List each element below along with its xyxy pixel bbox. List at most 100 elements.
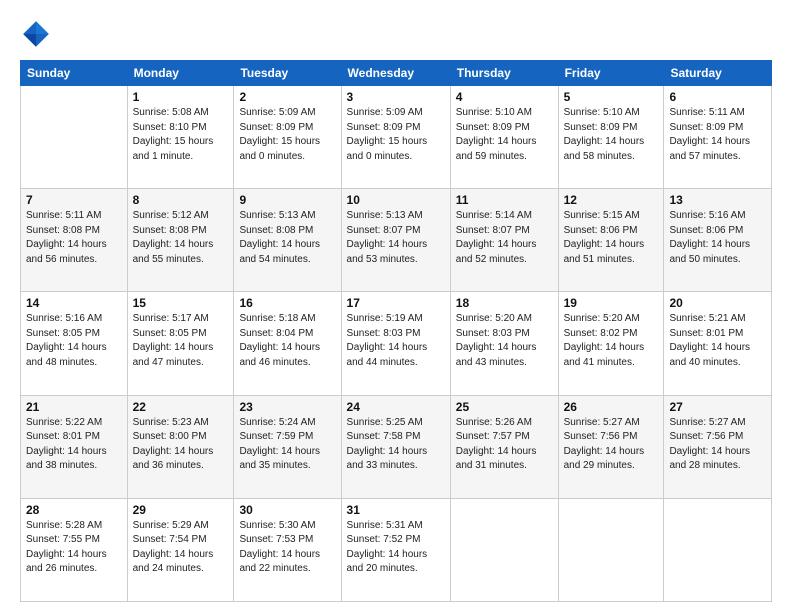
day-info: Sunrise: 5:25 AM Sunset: 7:58 PM Dayligh…: [347, 416, 445, 474]
week-row-3: 14 Sunrise: 5:16 AM Sunset: 8:05 PM Dayli…: [21, 292, 772, 395]
day-info: Sunrise: 5:13 AM Sunset: 8:08 PM Dayligh…: [239, 209, 335, 267]
calendar-cell: 11Sunrise: 5:14 AM Sunset: 8:07 PM Dayli…: [450, 189, 558, 292]
day-info: Sunrise: 5:29 AM Sunset: 7:54 PM Dayligh…: [133, 519, 229, 577]
day-info: Sunrise: 5:10 AM Sunset: 8:09 PM Dayligh…: [456, 106, 553, 164]
day-info: Sunrise: 5:31 AM Sunset: 7:52 PM Dayligh…: [347, 519, 445, 577]
day-number: 10: [347, 193, 445, 207]
day-number: 4: [456, 90, 553, 104]
day-number: 9: [239, 193, 335, 207]
day-info: Sunrise: 5:11 AM Sunset: 8:09 PM Dayligh…: [669, 106, 766, 164]
day-number: 3: [347, 90, 445, 104]
weekday-header-saturday: Saturday: [664, 61, 772, 86]
day-info: Sunrise: 5:11 AM Sunset: 8:08 PM Dayligh…: [26, 209, 122, 267]
weekday-header-row: SundayMondayTuesdayWednesdayThursdayFrid…: [21, 61, 772, 86]
day-info: Sunrise: 5:20 AM Sunset: 8:03 PM Dayligh…: [456, 312, 553, 370]
day-number: 11: [456, 193, 553, 207]
day-info: Sunrise: 5:22 AM Sunset: 8:01 PM Dayligh…: [26, 416, 122, 474]
weekday-header-wednesday: Wednesday: [341, 61, 450, 86]
day-number: 20: [669, 296, 766, 310]
day-info: Sunrise: 5:12 AM Sunset: 8:08 PM Dayligh…: [133, 209, 229, 267]
calendar-cell: 17 Sunrise: 5:19 AM Sunset: 8:03 PM Dayli…: [341, 292, 450, 395]
day-number: 14: [26, 296, 122, 310]
day-number: 26: [564, 400, 659, 414]
weekday-header-friday: Friday: [558, 61, 664, 86]
calendar-cell: [450, 498, 558, 601]
calendar-table: SundayMondayTuesdayWednesdayThursdayFrid…: [20, 60, 772, 602]
calendar-cell: 12Sunrise: 5:15 AM Sunset: 8:06 PM Dayli…: [558, 189, 664, 292]
day-number: 22: [133, 400, 229, 414]
day-info: Sunrise: 5:16 AM Sunset: 8:06 PM Dayligh…: [669, 209, 766, 267]
day-number: 24: [347, 400, 445, 414]
day-number: 16: [239, 296, 335, 310]
day-info: Sunrise: 5:09 AM Sunset: 8:09 PM Dayligh…: [347, 106, 445, 164]
week-row-2: 7 Sunrise: 5:11 AM Sunset: 8:08 PM Daylig…: [21, 189, 772, 292]
day-number: 15: [133, 296, 229, 310]
day-number: 5: [564, 90, 659, 104]
day-number: 8: [133, 193, 229, 207]
calendar-cell: 5 Sunrise: 5:10 AM Sunset: 8:09 PM Daylig…: [558, 86, 664, 189]
day-number: 27: [669, 400, 766, 414]
calendar-cell: 27 Sunrise: 5:27 AM Sunset: 7:56 PM Dayli…: [664, 395, 772, 498]
calendar-cell: 31 Sunrise: 5:31 AM Sunset: 7:52 PM Dayli…: [341, 498, 450, 601]
day-info: Sunrise: 5:10 AM Sunset: 8:09 PM Dayligh…: [564, 106, 659, 164]
day-number: 23: [239, 400, 335, 414]
calendar-cell: 7 Sunrise: 5:11 AM Sunset: 8:08 PM Daylig…: [21, 189, 128, 292]
calendar-cell: [664, 498, 772, 601]
weekday-header-thursday: Thursday: [450, 61, 558, 86]
day-number: 1: [133, 90, 229, 104]
calendar-cell: 3 Sunrise: 5:09 AM Sunset: 8:09 PM Daylig…: [341, 86, 450, 189]
day-info: Sunrise: 5:16 AM Sunset: 8:05 PM Dayligh…: [26, 312, 122, 370]
weekday-header-sunday: Sunday: [21, 61, 128, 86]
day-info: Sunrise: 5:19 AM Sunset: 8:03 PM Dayligh…: [347, 312, 445, 370]
day-number: 21: [26, 400, 122, 414]
calendar-cell: [558, 498, 664, 601]
day-info: Sunrise: 5:27 AM Sunset: 7:56 PM Dayligh…: [669, 416, 766, 474]
header: [20, 18, 772, 50]
week-row-1: 1 Sunrise: 5:08 AM Sunset: 8:10 PM Daylig…: [21, 86, 772, 189]
day-info: Sunrise: 5:30 AM Sunset: 7:53 PM Dayligh…: [239, 519, 335, 577]
day-number: 17: [347, 296, 445, 310]
calendar-cell: 21 Sunrise: 5:22 AM Sunset: 8:01 PM Dayli…: [21, 395, 128, 498]
day-number: 30: [239, 503, 335, 517]
day-number: 6: [669, 90, 766, 104]
day-info: Sunrise: 5:18 AM Sunset: 8:04 PM Dayligh…: [239, 312, 335, 370]
day-number: 19: [564, 296, 659, 310]
calendar-cell: 19Sunrise: 5:20 AM Sunset: 8:02 PM Dayli…: [558, 292, 664, 395]
day-number: 12: [564, 193, 659, 207]
calendar-cell: 29 Sunrise: 5:29 AM Sunset: 7:54 PM Dayli…: [127, 498, 234, 601]
calendar-cell: 14 Sunrise: 5:16 AM Sunset: 8:05 PM Dayli…: [21, 292, 128, 395]
calendar-cell: 20 Sunrise: 5:21 AM Sunset: 8:01 PM Dayli…: [664, 292, 772, 395]
day-info: Sunrise: 5:13 AM Sunset: 8:07 PM Dayligh…: [347, 209, 445, 267]
day-info: Sunrise: 5:24 AM Sunset: 7:59 PM Dayligh…: [239, 416, 335, 474]
day-number: 7: [26, 193, 122, 207]
logo-icon: [20, 18, 52, 50]
weekday-header-tuesday: Tuesday: [234, 61, 341, 86]
weekday-header-monday: Monday: [127, 61, 234, 86]
calendar-cell: 6 Sunrise: 5:11 AM Sunset: 8:09 PM Daylig…: [664, 86, 772, 189]
day-info: Sunrise: 5:08 AM Sunset: 8:10 PM Dayligh…: [133, 106, 229, 164]
calendar-cell: 22 Sunrise: 5:23 AM Sunset: 8:00 PM Dayli…: [127, 395, 234, 498]
calendar-cell: 25Sunrise: 5:26 AM Sunset: 7:57 PM Dayli…: [450, 395, 558, 498]
calendar-cell: 26Sunrise: 5:27 AM Sunset: 7:56 PM Dayli…: [558, 395, 664, 498]
week-row-4: 21 Sunrise: 5:22 AM Sunset: 8:01 PM Dayli…: [21, 395, 772, 498]
calendar-cell: 28 Sunrise: 5:28 AM Sunset: 7:55 PM Dayli…: [21, 498, 128, 601]
calendar-cell: 30 Sunrise: 5:30 AM Sunset: 7:53 PM Dayli…: [234, 498, 341, 601]
day-number: 29: [133, 503, 229, 517]
day-info: Sunrise: 5:23 AM Sunset: 8:00 PM Dayligh…: [133, 416, 229, 474]
calendar-cell: 18 Sunrise: 5:20 AM Sunset: 8:03 PM Dayli…: [450, 292, 558, 395]
page: SundayMondayTuesdayWednesdayThursdayFrid…: [0, 0, 792, 612]
calendar-cell: [21, 86, 128, 189]
calendar-cell: 4 Sunrise: 5:10 AM Sunset: 8:09 PM Daylig…: [450, 86, 558, 189]
calendar-cell: 8 Sunrise: 5:12 AM Sunset: 8:08 PM Daylig…: [127, 189, 234, 292]
day-info: Sunrise: 5:28 AM Sunset: 7:55 PM Dayligh…: [26, 519, 122, 577]
calendar-cell: 10 Sunrise: 5:13 AM Sunset: 8:07 PM Dayli…: [341, 189, 450, 292]
day-number: 28: [26, 503, 122, 517]
calendar-cell: 23 Sunrise: 5:24 AM Sunset: 7:59 PM Dayli…: [234, 395, 341, 498]
day-number: 13: [669, 193, 766, 207]
day-info: Sunrise: 5:26 AM Sunset: 7:57 PM Dayligh…: [456, 416, 553, 474]
day-number: 31: [347, 503, 445, 517]
calendar-cell: 2Sunrise: 5:09 AM Sunset: 8:09 PM Daylig…: [234, 86, 341, 189]
day-number: 18: [456, 296, 553, 310]
logo: [20, 18, 56, 50]
day-info: Sunrise: 5:21 AM Sunset: 8:01 PM Dayligh…: [669, 312, 766, 370]
